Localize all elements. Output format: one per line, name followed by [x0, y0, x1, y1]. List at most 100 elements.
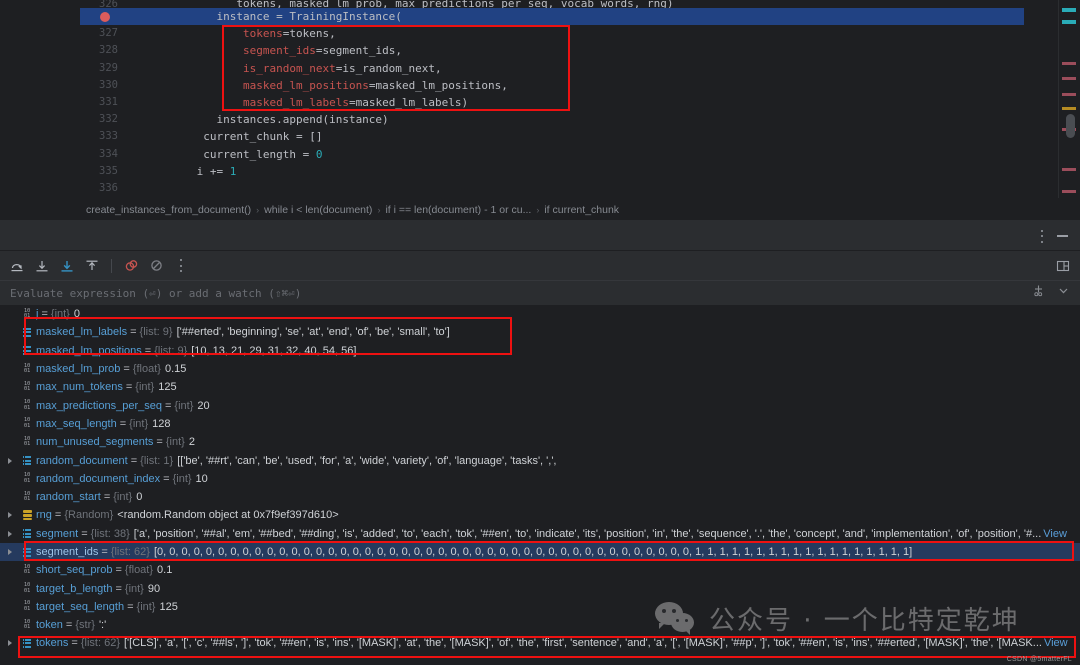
variable-name: target_b_length [36, 582, 113, 595]
code-line[interactable]: 332 instances.append(instance) [80, 111, 1024, 128]
more-vertical-icon[interactable] [1040, 229, 1043, 243]
expand-arrow-icon[interactable] [2, 640, 18, 647]
variable-row[interactable]: 10 01 max_num_tokens = {int} 125 [0, 378, 1080, 396]
variable-value: ['[CLS]', 'a', '[', 'c', '##ls', ']', 't… [124, 637, 1042, 650]
line-number-label: 326 [99, 0, 118, 8]
variable-row[interactable]: segment_ids = {list: 62} [0, 0, 0, 0, 0, 0,… [0, 542, 1080, 562]
mute-breakpoints-icon[interactable] [120, 255, 142, 277]
code-line[interactable]: 328 segment_ids=segment_ids, [80, 42, 1024, 59]
variable-row[interactable]: 10 01 max_predictions_per_seq = {int} 20 [0, 396, 1080, 414]
variable-name: j [36, 308, 39, 321]
variable-content: random_start = {int} 0 [36, 491, 142, 503]
variable-type: {float} [132, 363, 161, 376]
variable-row[interactable]: 10 01 target_seq_length = {int} 125 [0, 598, 1080, 616]
variable-equals: = [127, 600, 134, 613]
variable-type: {int} [172, 472, 192, 485]
variable-row[interactable]: 10 01 num_unused_segments = {int} 2 [0, 433, 1080, 451]
variable-row[interactable]: 10 01 short_seq_prob = {float} 0.1 [0, 561, 1080, 579]
code-line[interactable]: 333 current_chunk = [] [80, 128, 1024, 145]
code-line[interactable]: instance = TrainingInstance( [80, 8, 1024, 26]
add-watch-icon[interactable] [1032, 284, 1045, 302]
chevron-down-icon[interactable] [1057, 284, 1070, 302]
variable-content: segment = {list: 38} ['a', 'position', '##a… [36, 528, 1067, 540]
variable-content: j = {int} 0 [36, 308, 80, 320]
code-line[interactable]: 331 masked_lm_labels=masked_lm_labels) [80, 94, 1024, 111]
variable-row[interactable]: 10 01 j = {int} 0 [0, 305, 1080, 323]
code-text: segment_ids=segment_ids, [242, 44, 402, 58]
variable-content: max_predictions_per_seq = {int} 20 [36, 400, 210, 412]
code-line[interactable]: 327 tokens=tokens, [80, 25, 1024, 42]
breakpoint-icon[interactable] [100, 11, 110, 22]
breadcrumb-separator-icon: › [377, 205, 381, 215]
step-over-icon[interactable] [6, 255, 28, 277]
code-text: tokens=tokens, [242, 27, 336, 41]
code-line[interactable]: 329 is_random_next=is_random_next, [80, 60, 1024, 77]
evaluate-expression-placeholder[interactable]: Evaluate expression (⏎) or add a watch (… [10, 287, 301, 300]
variable-value: [0, 0, 0, 0, 0, 0, 0, 0, 0, 0, 0, 0, 0, … [153, 546, 913, 558]
variable-type: {str} [75, 619, 95, 632]
variable-row[interactable]: random_document = {list: 1} [['be', '##rt',… [0, 451, 1080, 469]
variable-row[interactable]: tokens = {list: 62} ['[CLS]', 'a', '[', 'c'… [0, 634, 1080, 652]
evaluate-bar-actions[interactable] [1032, 284, 1070, 302]
debug-panel-header-actions[interactable] [1040, 228, 1068, 244]
variable-row[interactable]: masked_lm_labels = {list: 9} ['##erted', 'b… [0, 323, 1080, 341]
variable-row[interactable]: masked_lm_positions = {list: 9} [10, 13, 21… [0, 342, 1080, 360]
code-text: masked_lm_labels=masked_lm_labels) [242, 95, 469, 109]
debugger-toolbar[interactable] [0, 250, 1080, 280]
no-breakpoint-icon[interactable] [145, 255, 167, 277]
breadcrumb-item[interactable]: create_instances_from_document() [86, 204, 251, 216]
minimize-icon[interactable] [1057, 235, 1068, 237]
breadcrumb-item[interactable]: if current_chunk [544, 204, 619, 216]
variable-value: 90 [147, 582, 161, 595]
number-type-icon: 10 01 [23, 490, 31, 503]
variable-name: random_document [36, 454, 128, 467]
expand-arrow-icon[interactable] [2, 530, 18, 537]
code-line[interactable]: 336 [80, 180, 1024, 197]
step-out-icon[interactable] [81, 255, 103, 277]
variable-type: {int} [165, 436, 185, 449]
expand-arrow-icon[interactable] [2, 549, 18, 555]
editor-scrollbar-thumb[interactable] [1066, 114, 1075, 138]
view-link[interactable]: View [1044, 637, 1068, 649]
code-editor[interactable]: 326 tokens, masked_lm_prob, max_predicti… [0, 0, 1080, 220]
more-options-icon[interactable] [170, 255, 192, 277]
variable-equals: = [144, 344, 152, 357]
line-number: 330 [80, 77, 128, 94]
variable-row[interactable]: 10 01 random_start = {int} 0 [0, 488, 1080, 506]
code-line[interactable]: 334 current_length = 0 [80, 146, 1024, 163]
ide-window: 326 tokens, masked_lm_prob, max_predicti… [0, 0, 1080, 665]
fold-gutter [128, 60, 190, 77]
editor-marker-gutter[interactable] [1058, 0, 1080, 198]
variable-row[interactable]: 10 01 masked_lm_prob = {float} 0.15 [0, 360, 1080, 378]
variable-row[interactable]: 10 01 max_seq_length = {int} 128 [0, 415, 1080, 433]
variable-equals: = [156, 436, 163, 449]
variable-row[interactable]: 10 01 token = {str} ':' [0, 616, 1080, 634]
code-keyword-argument: masked_lm_labels [242, 95, 349, 109]
code-line[interactable]: 326 tokens, masked_lm_prob, max_predicti… [80, 0, 1024, 8]
marker-error-6 [1062, 190, 1076, 193]
view-link[interactable]: View [1043, 528, 1067, 540]
variable-name: random_document_index [36, 472, 161, 485]
breadcrumb-item[interactable]: while i < len(document) [264, 204, 372, 216]
layout-settings-icon[interactable] [1056, 259, 1070, 273]
breadcrumb-item[interactable]: if i == len(document) - 1 or cu... [385, 204, 531, 216]
fold-gutter [128, 94, 190, 111]
code-line[interactable]: 335 i += 1 [80, 163, 1024, 180]
breadcrumb[interactable]: create_instances_from_document() › while i… [80, 200, 1080, 220]
variable-equals: = [65, 619, 73, 632]
step-into-icon[interactable] [31, 255, 53, 277]
variable-row[interactable]: 10 01 target_b_length = {int} 90 [0, 579, 1080, 597]
variable-content: masked_lm_prob = {float} 0.15 [36, 363, 186, 375]
variable-row[interactable]: segment = {list: 38} ['a', 'position', '##a… [0, 525, 1080, 543]
expand-arrow-icon[interactable] [2, 512, 18, 519]
variable-type: {list: 62} [80, 637, 120, 650]
variable-row[interactable]: rng = {Random} <random.Random object at 0x7… [0, 506, 1080, 524]
force-step-into-icon[interactable] [56, 255, 78, 277]
code-line[interactable]: 330 masked_lm_positions=masked_lm_positi… [80, 77, 1024, 94]
variables-panel[interactable]: 10 01 j = {int} 0 masked_lm_labels = {list: 9} ['… [0, 305, 1080, 665]
expand-arrow-icon[interactable] [2, 457, 18, 464]
variable-row[interactable]: 10 01 random_document_index = {int} 10 [0, 470, 1080, 488]
code-lines[interactable]: 326 tokens, masked_lm_prob, max_predicti… [80, 0, 1024, 198]
evaluate-expression-bar[interactable]: Evaluate expression (⏎) or add a watch (… [0, 280, 1080, 305]
variable-content: token = {str} ':' [36, 619, 106, 631]
